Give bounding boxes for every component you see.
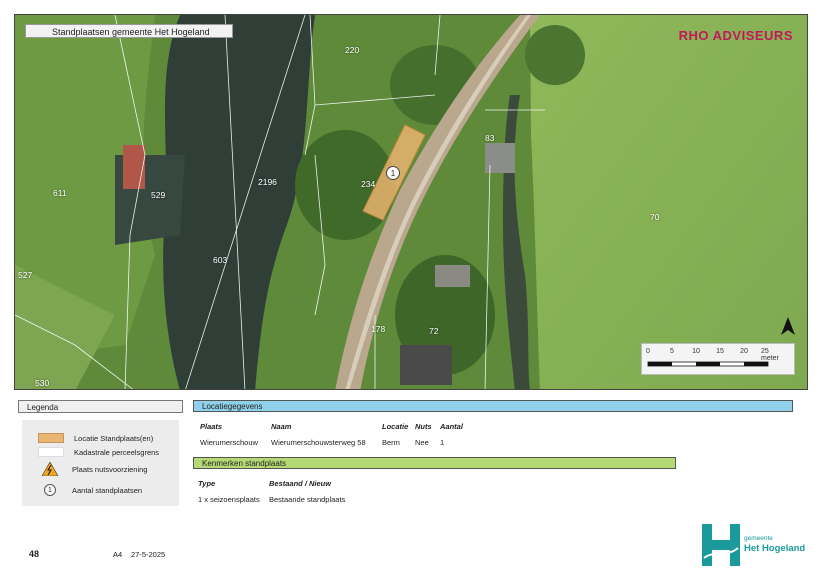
table-cell: Bestaande standplaats (269, 495, 346, 504)
column-header: Aantal (440, 422, 463, 431)
paper-format: A4 (113, 550, 123, 559)
column-header: Locatie (382, 422, 409, 431)
aerial-map[interactable]: Standplaatsen gemeente Het Hogeland RHO … (14, 14, 808, 390)
scale-bar: 0 5 10 15 20 25 meter (641, 343, 795, 375)
number-circle-icon: 1 (44, 484, 56, 496)
column-header: Plaats (200, 422, 223, 431)
table-cell: 1 x seizoensplaats (198, 495, 260, 504)
table-cell: Berm (382, 438, 400, 447)
rho-adviseurs-logo: RHO ADVISEURS (678, 28, 793, 43)
column-header: Naam (271, 422, 292, 431)
gemeente-label: gemeente (744, 535, 773, 542)
column-header: Nuts (415, 422, 432, 431)
parcel-label: 234 (361, 179, 376, 189)
parcel-label: 527 (18, 270, 33, 280)
table-cell: Wierumerschouwsterweg 58 (271, 438, 366, 447)
page-number: 48 (29, 549, 40, 559)
legend-item-label: Kadastrale perceelsgrens (74, 447, 160, 457)
legend-item: Locatie Standplaats(en) (38, 432, 153, 444)
column-header: Type (198, 479, 216, 488)
legend-item: 1 Aantal standplaatsen (38, 484, 142, 496)
location-section-title: Locatiegegevens (193, 400, 793, 412)
table-cell: Wierumerschouw (200, 438, 258, 447)
gemeente-het-hogeland-logo: gemeente Het Hogeland (702, 522, 812, 568)
parcel-label: 220 (345, 45, 360, 55)
location-marker[interactable]: 1 (386, 166, 400, 180)
parcel-label: 83 (485, 133, 495, 143)
legend-item-label: Aantal standplaatsen (72, 485, 143, 495)
map-title: Standplaatsen gemeente Het Hogeland (25, 24, 233, 38)
parcel-label: 611 (53, 188, 67, 198)
parcel-label: 72 (429, 326, 439, 336)
warning-icon (41, 462, 59, 476)
parcel-label: 603 (213, 255, 228, 265)
scale-bar-graphic (647, 361, 769, 367)
document-date: 27-5-2025 (131, 550, 166, 559)
table-cell: Nee (415, 438, 429, 447)
parcel-label: 529 (151, 190, 166, 200)
column-header: Bestaand / Nieuw (269, 479, 332, 488)
parcel-label: 530 (35, 378, 50, 388)
legend: Locatie Standplaats(en) Kadastrale perce… (22, 420, 179, 506)
parcel-label: 178 (371, 324, 386, 334)
legend-item-label: Locatie Standplaats(en) (74, 433, 154, 443)
characteristics-section-title: Kenmerken standplaats (193, 457, 676, 469)
table-cell: 1 (440, 438, 445, 447)
parcel-label: 2196 (258, 177, 277, 187)
legend-title: Legenda (18, 400, 183, 413)
white-line-swatch-icon (38, 447, 64, 457)
municipality-name: Het Hogeland (744, 543, 806, 554)
parcel-label: 70 (650, 212, 660, 222)
legend-item: Kadastrale perceelsgrens (38, 446, 159, 458)
legend-item: Plaats nutsvoorziening (38, 462, 148, 476)
legend-item-label: Plaats nutsvoorziening (72, 464, 148, 474)
orange-fill-swatch-icon (38, 433, 64, 443)
hogeland-emblem-icon (702, 524, 740, 566)
location-marker-number: 1 (390, 168, 396, 178)
aerial-photo (15, 15, 807, 389)
